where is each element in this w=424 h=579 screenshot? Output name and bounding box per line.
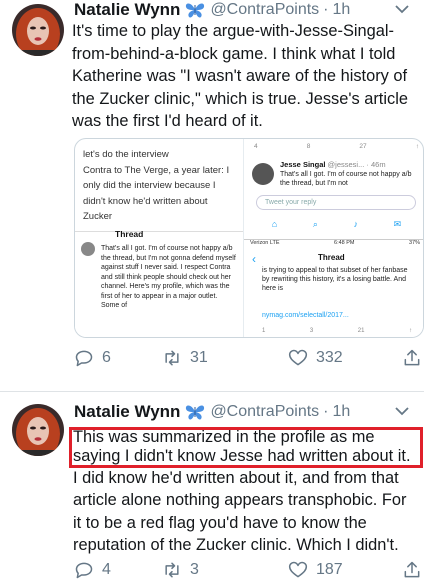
- image-retweet-count: 8: [306, 143, 311, 150]
- tweet-1[interactable]: Natalie Wynn @ContraPoints · 1h It's tim…: [0, 0, 424, 392]
- tweet-text-line: It's time to play the argue-with-Jesse-S…: [72, 22, 394, 40]
- notes-line: let's do the interview: [83, 149, 169, 160]
- like-count: 332: [316, 349, 343, 366]
- butterfly-icon: [184, 1, 206, 19]
- image-link: nymag.com/selectall/2017...: [262, 312, 349, 319]
- reply-icon: [75, 562, 93, 579]
- attached-image[interactable]: let's do the interview Contra to The Ver…: [74, 138, 424, 338]
- chevron-down-icon[interactable]: [394, 1, 410, 17]
- separator-dot: ·: [323, 1, 329, 18]
- like-count: 187: [316, 561, 343, 578]
- image-thread-right: Verizon LTE 6:48 PM 37% ‹ Thread is tryi…: [244, 239, 423, 337]
- share-button[interactable]: [402, 558, 422, 579]
- tweet-text: I did know he'd written about it, and fr…: [73, 467, 423, 557]
- image-reply-count: 4: [254, 143, 258, 150]
- notes-text: let's do the interview Contra to The Ver…: [83, 147, 241, 225]
- image-back-icon: ‹: [252, 252, 256, 266]
- image-counts-row: 1 3 21 ↑: [262, 328, 412, 334]
- image-share-icon: ↑: [408, 328, 412, 334]
- avatar[interactable]: [12, 404, 64, 456]
- notes-line: Zucker: [83, 211, 113, 222]
- image-mail-icon: ✉: [393, 219, 402, 229]
- reply-count: 6: [102, 349, 111, 366]
- image-home-icon: ⌂: [271, 219, 278, 229]
- image-avatar: [252, 163, 274, 185]
- handle[interactable]: @ContraPoints: [210, 1, 319, 19]
- image-bell-icon: ♪: [353, 219, 359, 229]
- display-name[interactable]: Natalie Wynn: [74, 0, 180, 20]
- tweet-text: It's time to play the argue-with-Jesse-S…: [72, 20, 420, 133]
- notes-line: didn't know he'd written about: [83, 195, 208, 207]
- share-icon: [404, 561, 420, 578]
- image-tweet-text: That's all I got. I'm of course not happ…: [280, 171, 412, 187]
- image-thread-text: is trying to appeal to that subset of he…: [262, 267, 408, 292]
- like-icon: [288, 349, 308, 366]
- image-avatar: [81, 242, 95, 256]
- tweet-text-line: was the first I'd heard of it.: [72, 112, 263, 131]
- handle[interactable]: @ContraPoints: [210, 403, 319, 421]
- image-search-icon: ⌕: [312, 219, 318, 229]
- butterfly-icon: [184, 403, 206, 421]
- image-tweet-top: 4 8 27 ↑ Jesse Singal @jessesi... · 46m …: [244, 139, 423, 239]
- image-tweet-panel: 4 8 27 ↑ Jesse Singal @jessesi... · 46m …: [243, 139, 423, 337]
- retweet-count: 31: [190, 349, 208, 366]
- image-battery: 37%: [408, 240, 420, 246]
- tweet-actions: 6 31 332: [74, 346, 424, 370]
- image-notes-panel: let's do the interview Contra to The Ver…: [75, 139, 243, 337]
- reply-count: 4: [102, 561, 111, 578]
- image-thread-text: That's all I got. I'm of course not happ…: [101, 245, 236, 309]
- reply-icon: [75, 350, 93, 367]
- retweet-icon: [165, 350, 179, 366]
- tweet-text-line: reputation of the Zucker clinic. Which I…: [73, 536, 399, 555]
- image-tab-bar: ⌂ ⌕ ♪ ✉: [254, 219, 419, 231]
- like-button[interactable]: 332: [288, 346, 343, 370]
- image-share-icon: ↑: [415, 143, 419, 150]
- image-thread-title: Thread: [318, 253, 345, 262]
- tweet-text-line: it to be a red flag you'd have to know t…: [73, 513, 367, 532]
- share-icon: [404, 349, 420, 366]
- reply-button[interactable]: 6: [74, 346, 111, 370]
- retweet-button[interactable]: 3: [162, 558, 199, 579]
- notes-line: Contra to The Verge, a year later: I: [83, 164, 230, 176]
- image-clock: 6:48 PM: [334, 240, 355, 246]
- image-counts-row: 4 8 27 ↑: [254, 143, 419, 155]
- image-reply-count: 1: [262, 328, 266, 334]
- image-retweet-count: 3: [309, 328, 314, 334]
- timestamp[interactable]: 1h: [333, 1, 351, 19]
- tweet-text-line: saying I didn't know Jesse had written a…: [73, 447, 411, 465]
- like-icon: [288, 561, 308, 578]
- image-handle: @jessesi... · 46m: [327, 160, 386, 169]
- retweet-button[interactable]: 31: [162, 346, 208, 370]
- separator-dot: ·: [323, 403, 329, 420]
- tweet-text-line: article alone nothing appears transphobi…: [73, 491, 407, 510]
- image-reply-box: Tweet your reply: [256, 195, 416, 210]
- tweet-header: Natalie Wynn @ContraPoints · 1h: [74, 0, 416, 21]
- notes-line: only did the interview because I: [83, 180, 216, 191]
- tweet-actions: 4 3 187: [74, 558, 424, 579]
- image-like-count: 27: [359, 143, 367, 150]
- image-thread-panel: Thread That's all I got. I'm of course n…: [75, 229, 243, 337]
- display-name[interactable]: Natalie Wynn: [74, 402, 180, 422]
- image-carrier: Verizon LTE: [250, 240, 280, 246]
- reply-button[interactable]: 4: [74, 558, 111, 579]
- image-like-count: 21: [357, 328, 365, 334]
- image-status-bar: Verizon LTE 6:48 PM 37%: [244, 240, 423, 248]
- image-name-text: Jesse Singal: [280, 160, 326, 169]
- tweet-text-line: I did know he'd written about it, and fr…: [73, 469, 399, 487]
- image-display-name: Jesse Singal @jessesi... · 46m: [280, 160, 386, 169]
- highlighted-text: This was summarized in the profile as me…: [73, 428, 423, 466]
- tweet-header: Natalie Wynn @ContraPoints · 1h: [74, 401, 416, 423]
- tweet-text-line: the Zucker clinic," which is true. Jesse…: [72, 89, 408, 108]
- tweet-text-line: Katherine was "I wasn't aware of the his…: [72, 67, 408, 86]
- avatar[interactable]: [12, 4, 64, 56]
- tweet-text-line: from-behind-a-block game. I think what I…: [72, 44, 396, 63]
- share-button[interactable]: [402, 346, 422, 370]
- retweet-icon: [165, 562, 179, 578]
- chevron-down-icon[interactable]: [394, 403, 410, 419]
- like-button[interactable]: 187: [288, 558, 343, 579]
- tweet-text-line: This was summarized in the profile as me: [73, 428, 375, 446]
- retweet-count: 3: [190, 561, 199, 578]
- image-thread-title: Thread: [115, 229, 144, 239]
- timestamp[interactable]: 1h: [333, 403, 351, 421]
